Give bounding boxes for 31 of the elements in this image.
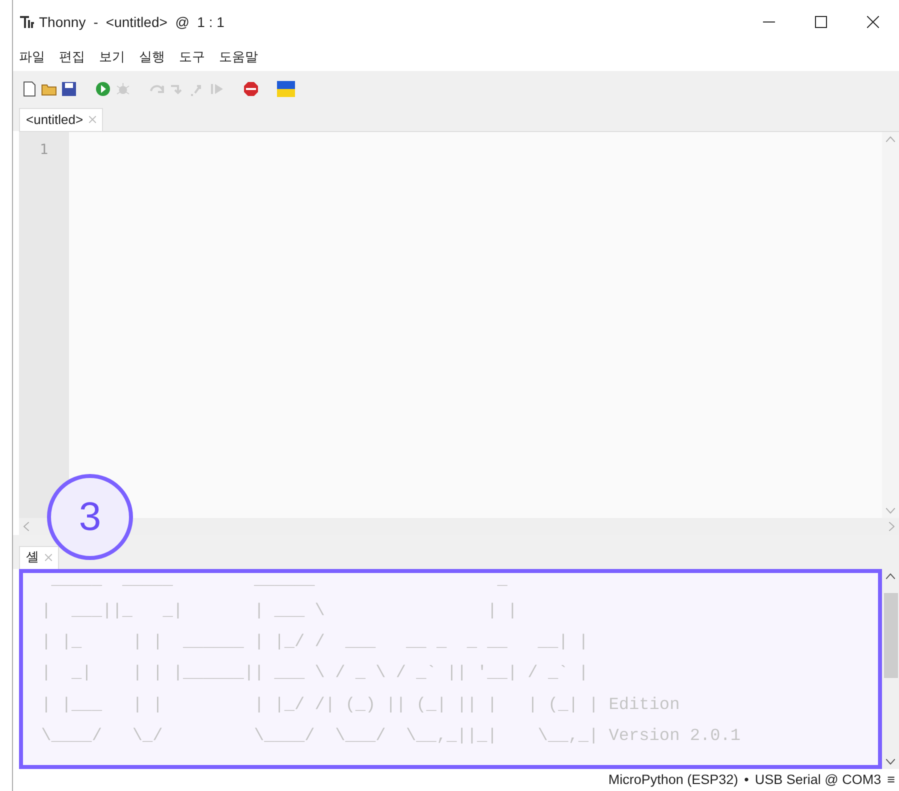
scrollbar-thumb[interactable] [884, 592, 898, 678]
tab-close-icon[interactable] [89, 116, 96, 124]
new-file-icon[interactable] [21, 81, 37, 98]
save-icon[interactable] [61, 81, 77, 98]
line-number: 1 [38, 140, 50, 160]
window-title: Thonny - <untitled> @ 1 : 1 [39, 12, 224, 32]
stop-icon[interactable] [243, 81, 259, 98]
port-label[interactable]: USB Serial @ COM3 [754, 770, 882, 790]
scroll-left-icon[interactable] [23, 522, 29, 531]
menu-item[interactable]: 파일 [19, 48, 45, 68]
tab-close-icon[interactable] [45, 554, 52, 562]
menu-item[interactable]: 편집 [59, 48, 85, 68]
menu-item[interactable]: 보기 [99, 48, 125, 68]
scroll-up-icon[interactable] [886, 572, 895, 579]
menu-item[interactable]: 실행 [139, 48, 165, 68]
app-logo-icon [19, 14, 35, 30]
maximize-icon[interactable] [815, 16, 827, 28]
shell-tab[interactable]: 셸 [19, 546, 59, 569]
menu-item[interactable]: 도움말 [219, 48, 258, 68]
menu-item[interactable]: 도구 [179, 48, 205, 68]
close-icon[interactable] [867, 16, 879, 28]
run-icon[interactable] [95, 81, 111, 98]
interpreter-label[interactable]: MicroPython (ESP32) [608, 770, 738, 790]
scroll-down-icon[interactable] [886, 758, 895, 765]
editor-tab[interactable]: <untitled> [19, 108, 104, 131]
status-separator: • [744, 770, 749, 789]
scroll-right-icon[interactable] [889, 522, 895, 531]
status-menu[interactable]: ≡ [887, 770, 895, 790]
vertical-scrollbar[interactable] [882, 568, 899, 769]
flag-icon[interactable] [277, 80, 295, 98]
shell-output-text: _____ _____ ______ _ | ___||_ _| | ___ \ | | | |_ | | ______ | |_/ / ___ __ _ _ __ __| | | _| | | |______|| ___ \ / _ \ / _` || '__| / _` | | |___ | | | |_/ /| (_) || (_| || | | (_| | Edition \____/ \_/ \____/ \___/ \__,_||_| \__,_| Version 2.0.1 [40, 572, 742, 748]
